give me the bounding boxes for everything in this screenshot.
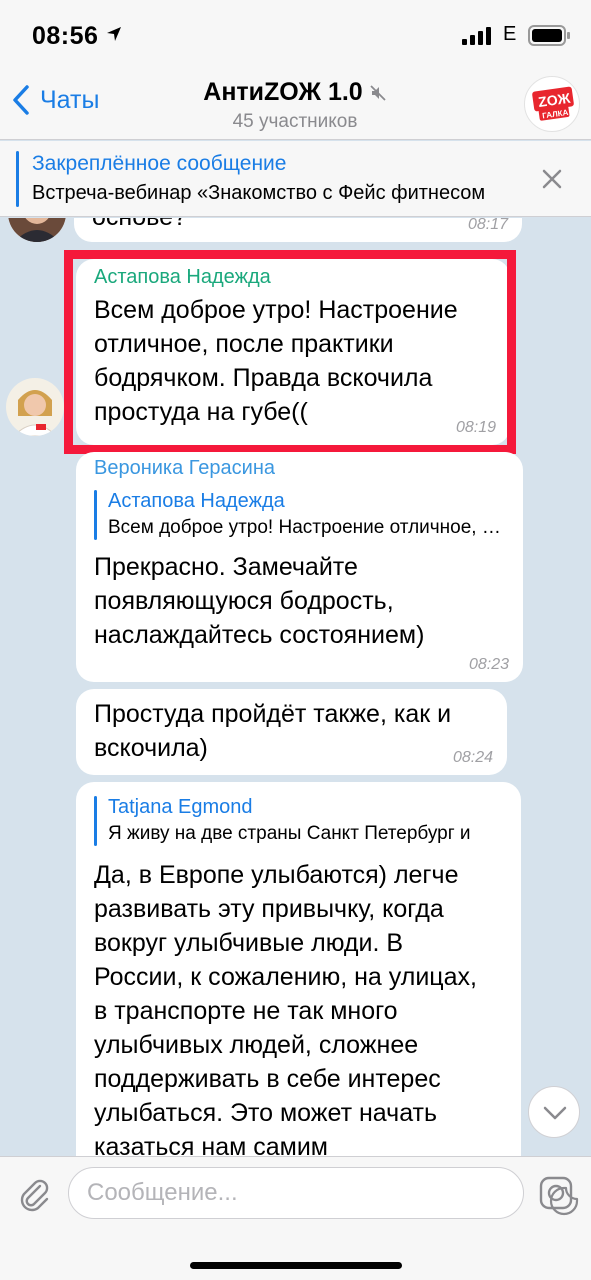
group-avatar[interactable]: ZOЖ ГАЛКА <box>524 76 580 132</box>
location-arrow-icon <box>107 27 121 41</box>
message-text: Да, в Европе улыбаются) легче развивать … <box>94 861 477 1156</box>
message-time: 08:23 <box>468 656 509 673</box>
mute-icon <box>370 84 386 101</box>
group-logo-icon: ZOЖ ГАЛКА <box>532 86 574 121</box>
message-bubble[interactable]: Простуда пройдёт также, как и вскочила) … <box>76 689 507 775</box>
pinned-accent-bar <box>16 151 19 207</box>
message-text: основе? <box>92 218 187 234</box>
chevron-left-icon <box>13 85 29 115</box>
message-sender: Вероника Герасина <box>94 457 275 479</box>
message-time: 08:24 <box>452 749 493 766</box>
pinned-message[interactable]: Закреплённое сообщение Встреча-вебинар «… <box>0 141 591 217</box>
message-field[interactable] <box>68 1167 579 1219</box>
chat-header: Чаты АнтиZОЖ 1.0 45 участников ZOЖ ГАЛКА <box>0 70 591 140</box>
message-input-bar <box>0 1156 591 1280</box>
close-icon[interactable] <box>540 167 564 191</box>
back-label: Чаты <box>40 85 100 114</box>
chevron-down-icon <box>543 1106 567 1120</box>
chat-title-area[interactable]: АнтиZОЖ 1.0 45 участников <box>150 78 440 133</box>
message-time: 08:17 <box>467 218 508 233</box>
message-input[interactable] <box>87 1168 477 1218</box>
message-bubble[interactable]: Вероника Герасина Астапова Надежда Всем … <box>76 452 523 682</box>
highlight-frame <box>64 250 516 454</box>
camera-icon[interactable] <box>538 1175 574 1211</box>
message-list[interactable]: основе? 08:17 Астапова Надежда Всем добр… <box>0 218 591 1156</box>
avatar[interactable] <box>8 218 66 242</box>
signal-icon <box>462 27 491 45</box>
scroll-down-button[interactable] <box>528 1086 580 1138</box>
pinned-title: Закреплённое сообщение <box>32 152 287 175</box>
pinned-text: Встреча-вебинар «Знакомство с Фейс фитне… <box>32 182 486 204</box>
reply-name: Астапова Надежда <box>108 490 285 512</box>
reply-text: Всем доброе утро! Настроение отличное, п… <box>108 517 508 538</box>
home-indicator <box>190 1262 402 1269</box>
avatar[interactable] <box>6 378 64 436</box>
reply-quote[interactable]: Tatjana Egmond Я живу на две страны Санк… <box>94 794 503 848</box>
reply-quote[interactable]: Астапова Надежда Всем доброе утро! Настр… <box>94 488 508 542</box>
reply-name: Tatjana Egmond <box>108 796 253 818</box>
reply-text: Я живу на две страны Санкт Петербург и <box>108 823 471 844</box>
message-text: Простуда пройдёт также, как и вскочила) <box>94 700 452 762</box>
network-type: E <box>503 23 517 45</box>
chat-title: АнтиZОЖ 1.0 <box>203 78 363 106</box>
members-count: 45 участников <box>232 111 358 132</box>
battery-icon <box>528 25 570 46</box>
status-bar: 08:56 E <box>0 0 591 70</box>
paperclip-icon[interactable] <box>16 1177 52 1213</box>
message-bubble[interactable]: Tatjana Egmond Я живу на две страны Санк… <box>76 782 521 1156</box>
status-time: 08:56 <box>32 22 99 50</box>
message-text: Прекрасно. Замечайте появляющуюся бодрос… <box>94 553 425 649</box>
back-button[interactable]: Чаты <box>12 84 99 116</box>
message-bubble[interactable]: основе? 08:17 <box>74 218 522 242</box>
